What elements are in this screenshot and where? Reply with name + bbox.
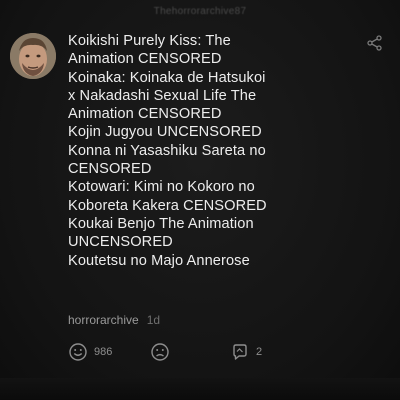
comment-line: Koikishi Purely Kiss: The — [68, 33, 231, 49]
comment-screen: Thehorrorarchive87 Koikishi Purely Kiss:… — [0, 0, 400, 400]
comment-line: Koboreta Kakera CENSORED — [68, 197, 267, 214]
like-count: 986 — [94, 346, 113, 358]
reply-count: 2 — [256, 346, 263, 358]
comment-age: 1d — [146, 313, 161, 327]
reply-button[interactable]: 2 — [230, 342, 262, 362]
sad-reaction-icon — [151, 343, 169, 361]
comment-line: UNCENSORED — [68, 234, 173, 251]
avatar[interactable] — [10, 33, 56, 79]
reply-icon — [233, 344, 247, 360]
comment-line: Koutetsu no Majo Annerose — [68, 252, 250, 269]
bottom-fade — [0, 378, 400, 400]
comment-line: Kojin Jugyou UNCENSORED — [68, 124, 262, 141]
faded-username: Thehorrorarchive87 — [153, 5, 247, 17]
dislike-button[interactable] — [150, 342, 170, 362]
comment-line: Animation CENSORED — [68, 106, 222, 123]
like-button[interactable]: 986 — [68, 342, 112, 362]
comment-line: Animation CENSORED — [68, 51, 222, 68]
comment-line: Koukai Benjo The Animation — [68, 215, 254, 232]
comment-line: CENSORED — [68, 161, 152, 178]
avatar-image — [10, 33, 56, 79]
comment-line: Konna ni Yasashiku Sareta no — [68, 142, 266, 159]
comment-actions: 986 2 — [68, 342, 390, 366]
comment-author[interactable]: horrorarchive — [68, 313, 139, 327]
comment-line: x Nakadashi Sexual Life The — [68, 87, 257, 104]
top-header: Thehorrorarchive87 — [0, 0, 400, 28]
comment-meta: horrorarchive 1d — [68, 313, 160, 327]
comment-line: Kotowari: Kimi no Kokoro no — [68, 179, 255, 196]
smile-reaction-icon — [69, 343, 87, 361]
comment-line: Koinaka: Koinaka de Hatsukoi — [68, 69, 266, 86]
comment-body: Koikishi Purely Kiss: The Animation CENS… — [68, 32, 390, 270]
